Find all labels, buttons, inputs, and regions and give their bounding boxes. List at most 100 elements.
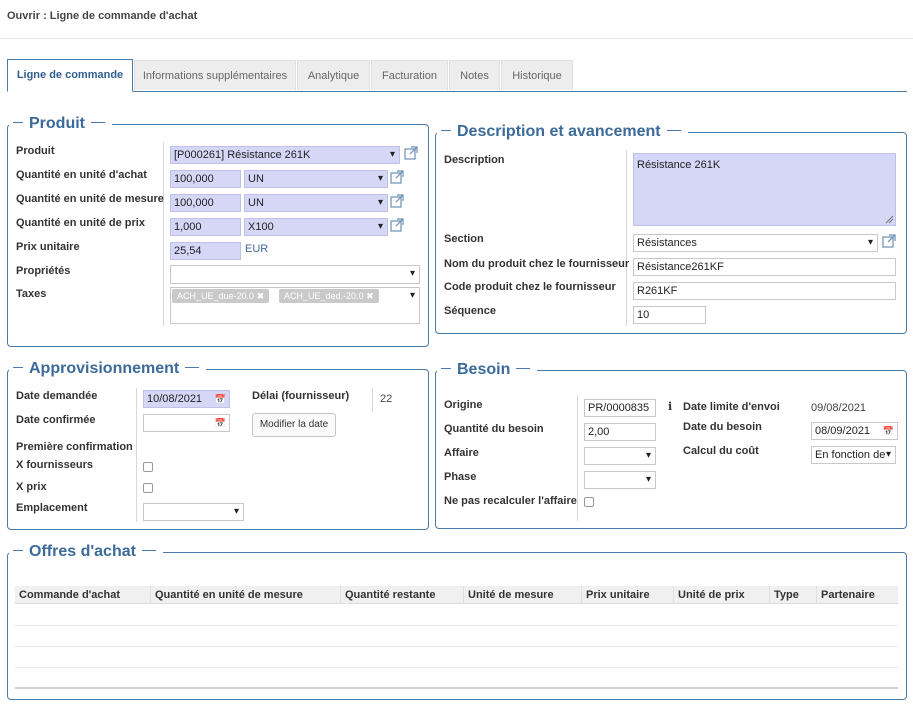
qty-price-unit-select[interactable]: X100 — [244, 218, 388, 236]
appro-separator — [136, 388, 137, 522]
date-confirmed-input[interactable] — [143, 414, 230, 432]
tab-notes[interactable]: Notes — [449, 60, 500, 90]
x-price-checkbox[interactable] — [143, 483, 153, 493]
properties-select[interactable] — [170, 265, 420, 284]
qty-measure-unit-select[interactable]: UN — [244, 194, 388, 212]
table-row[interactable] — [15, 668, 898, 689]
x-suppliers-label: X fournisseurs — [16, 459, 94, 471]
resize-handle-icon[interactable] — [885, 215, 894, 224]
column-header-qty-measure[interactable]: Quantité en unité de mesure — [151, 586, 341, 604]
need-qty-label: Quantité du besoin — [444, 423, 544, 435]
need-date-label: Date du besoin — [683, 421, 762, 433]
product-select[interactable]: [P000261] Résistance 261K — [170, 146, 400, 164]
origin-label: Origine — [444, 399, 483, 411]
no-recalc-label: Ne pas recalculer l'affaire — [444, 495, 577, 507]
qty-measure-input[interactable]: 100,000 — [170, 194, 241, 212]
modify-date-button[interactable]: Modifier la date — [252, 413, 336, 437]
qty-purchase-unit-select[interactable]: UN — [244, 170, 388, 188]
sequence-label: Séquence — [444, 305, 496, 317]
no-recalc-checkbox[interactable] — [584, 497, 594, 507]
supplier-code-label: Code produit chez le fournisseur — [444, 281, 616, 293]
unit-price-input[interactable]: 25,54 — [170, 242, 241, 260]
info-icon: i — [668, 400, 673, 413]
qty-purchase-label: Quantité en unité d'achat — [16, 169, 147, 181]
tax-tag: ACH_UE_ded.-20.0 ✖ — [279, 289, 379, 303]
supplier-code-input[interactable]: R261KF — [633, 282, 896, 300]
cost-calc-label: Calcul du coût — [683, 445, 759, 457]
column-header-purchase-order[interactable]: Commande d'achat — [15, 586, 151, 604]
tab-ligne-de-commande[interactable]: Ligne de commande — [7, 59, 133, 92]
cost-calc-select[interactable]: En fonction de — [811, 446, 896, 464]
column-header-qty-remaining[interactable]: Quantité restante — [341, 586, 464, 604]
section-open-icon[interactable] — [882, 234, 896, 248]
affair-select[interactable] — [584, 447, 656, 465]
description-label: Description — [444, 154, 505, 166]
unit-price-label: Prix unitaire — [16, 241, 80, 253]
window-title-bar: Ouvrir : Ligne de commande d'achat — [0, 0, 913, 39]
description-legend: Description et avancement — [437, 123, 688, 141]
column-header-type[interactable]: Type — [770, 586, 817, 604]
column-header-price-unit[interactable]: Unité de prix — [674, 586, 770, 604]
need-date-input[interactable]: 08/09/2021 — [811, 422, 898, 440]
tab-informations-supplementaires[interactable]: Informations supplémentaires — [134, 60, 296, 90]
taxes-label: Taxes — [16, 288, 47, 300]
remove-tag-icon[interactable]: ✖ — [257, 291, 265, 301]
location-label: Emplacement — [16, 502, 88, 514]
x-suppliers-checkbox[interactable] — [143, 462, 153, 472]
window-title: Ouvrir : Ligne de commande d'achat — [7, 10, 198, 22]
date-requested-input[interactable]: 10/08/2021 — [143, 390, 230, 408]
phase-select[interactable] — [584, 471, 656, 489]
qty-measure-unit-open-icon[interactable] — [390, 194, 404, 208]
properties-label: Propriétés — [16, 265, 71, 277]
qty-purchase-input[interactable]: 100,000 — [170, 170, 241, 188]
need-qty-input[interactable]: 2,00 — [584, 423, 656, 441]
description-separator — [626, 150, 627, 326]
tab-historique[interactable]: Historique — [501, 60, 573, 90]
x-price-label: X prix — [16, 481, 47, 493]
delay-value: 22 — [380, 393, 393, 405]
table-row[interactable] — [15, 647, 898, 668]
remove-tag-icon[interactable]: ✖ — [366, 291, 374, 301]
produit-legend: Produit — [9, 115, 112, 133]
table-row[interactable] — [15, 626, 898, 647]
qty-measure-label: Quantité en unité de mesure — [16, 193, 164, 205]
tax-tag: ACH_UE_due-20.0 ✖ — [172, 289, 270, 303]
product-open-icon[interactable] — [404, 146, 418, 160]
product-label: Produit — [16, 145, 55, 157]
tab-analytique[interactable]: Analytique — [297, 60, 370, 90]
table-row[interactable] — [15, 605, 898, 626]
besoin-separator — [577, 395, 578, 521]
delay-separator — [372, 388, 373, 412]
column-header-unit-price[interactable]: Prix unitaire — [582, 586, 674, 604]
tab-facturation[interactable]: Facturation — [371, 60, 448, 90]
offres-grid-header: Commande d'achat Quantité en unité de me… — [15, 586, 898, 604]
date-confirmed-label: Date confirmée — [16, 414, 96, 426]
description-textarea[interactable]: Résistance 261K — [633, 153, 896, 226]
appro-legend: Approvisionnement — [9, 360, 207, 378]
supplier-name-label: Nom du produit chez le fournisseur — [444, 258, 630, 270]
location-select[interactable] — [143, 503, 244, 521]
send-deadline-value: 09/08/2021 — [811, 402, 867, 414]
affair-label: Affaire — [444, 447, 479, 459]
send-deadline-label: Date limite d'envoi — [683, 401, 780, 413]
qty-price-unit-open-icon[interactable] — [390, 218, 404, 232]
currency-link[interactable]: EUR — [245, 243, 268, 255]
date-requested-label: Date demandée — [16, 390, 98, 402]
besoin-legend: Besoin — [437, 361, 538, 379]
qty-price-label: Quantité en unité de prix — [16, 217, 145, 229]
origin-input[interactable]: PR/0000835 — [584, 399, 656, 417]
section-select[interactable]: Résistances — [633, 234, 878, 252]
column-header-partner[interactable]: Partenaire — [817, 586, 898, 604]
phase-label: Phase — [444, 471, 477, 483]
produit-separator — [163, 142, 164, 326]
supplier-name-input[interactable]: Résistance261KF — [633, 258, 896, 276]
qty-price-input[interactable]: 1,000 — [170, 218, 241, 236]
section-label: Section — [444, 233, 484, 245]
offres-legend: Offres d'achat — [9, 543, 163, 561]
delay-label: Délai (fournisseur) — [252, 390, 350, 402]
first-confirmation-label: Première confirmation — [16, 441, 133, 453]
sequence-input[interactable]: 10 — [633, 306, 706, 324]
tab-bar: Ligne de commande Informations supplémen… — [7, 59, 907, 92]
column-header-unit-measure[interactable]: Unité de mesure — [464, 586, 582, 604]
qty-purchase-unit-open-icon[interactable] — [390, 170, 404, 184]
